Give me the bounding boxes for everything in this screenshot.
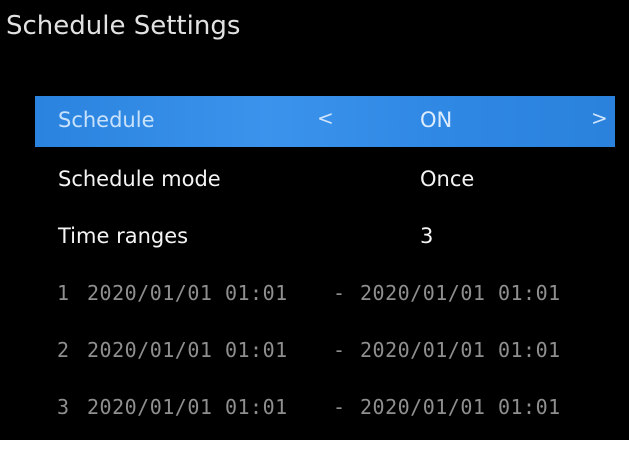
time-ranges-row[interactable]: Time ranges 3 xyxy=(35,210,615,267)
schedule-value: ON xyxy=(420,108,453,132)
time-range-separator: - xyxy=(333,281,346,305)
time-range-separator: - xyxy=(333,338,346,362)
schedule-row[interactable]: Schedule < ON > xyxy=(35,96,615,147)
page-title: Schedule Settings xyxy=(6,11,241,41)
time-range-row-2[interactable]: 2 2020/01/01 01:01 - 2020/01/01 01:01 xyxy=(35,324,615,381)
time-range-index: 2 xyxy=(57,338,70,362)
schedule-label: Schedule xyxy=(58,108,155,132)
settings-menu: Schedule < ON > Schedule mode Once Time … xyxy=(35,96,615,438)
time-range-separator: - xyxy=(333,395,346,419)
time-range-row-1[interactable]: 1 2020/01/01 01:01 - 2020/01/01 01:01 xyxy=(35,267,615,324)
schedule-mode-label: Schedule mode xyxy=(58,167,221,191)
osd-screen: Schedule Settings Schedule < ON > Schedu… xyxy=(0,0,629,440)
chevron-right-icon[interactable]: > xyxy=(591,106,608,130)
time-ranges-label: Time ranges xyxy=(58,224,189,248)
time-range-row-3[interactable]: 3 2020/01/01 01:01 - 2020/01/01 01:01 xyxy=(35,381,615,438)
time-range-end: 2020/01/01 01:01 xyxy=(360,281,561,305)
schedule-mode-value: Once xyxy=(420,167,475,191)
time-range-end: 2020/01/01 01:01 xyxy=(360,395,561,419)
time-range-index: 3 xyxy=(57,395,70,419)
time-range-start: 2020/01/01 01:01 xyxy=(87,338,288,362)
time-range-index: 1 xyxy=(57,281,70,305)
schedule-mode-row[interactable]: Schedule mode Once xyxy=(35,153,615,210)
chevron-left-icon[interactable]: < xyxy=(317,106,334,130)
time-ranges-value: 3 xyxy=(420,224,434,248)
time-range-start: 2020/01/01 01:01 xyxy=(87,281,288,305)
time-range-start: 2020/01/01 01:01 xyxy=(87,395,288,419)
time-range-end: 2020/01/01 01:01 xyxy=(360,338,561,362)
